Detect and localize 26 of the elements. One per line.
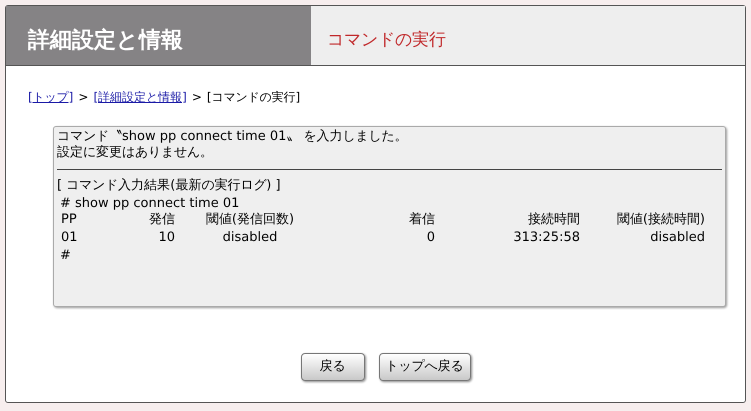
column-header: 接続時間: [528, 212, 580, 227]
breadcrumb-separator: >: [192, 89, 202, 106]
table-cell: disabled: [650, 230, 705, 245]
message-text: 設定に変更はありません。: [57, 145, 213, 161]
result-heading: [ コマンド入力結果(最新の実行ログ) ]: [57, 178, 281, 194]
column-header: 着信: [409, 212, 435, 227]
breadcrumb-separator: >: [78, 89, 88, 106]
column-header: 閾値(発信回数): [206, 212, 294, 227]
command-line: # show pp connect time 01: [59, 196, 240, 212]
column-header: 閾値(接続時間): [616, 212, 705, 227]
column-header: 発信: [149, 212, 175, 227]
table-cell: disabled: [222, 230, 278, 245]
breadcrumb-current: [コマンドの実行]: [206, 89, 300, 106]
table-cell: 313:25:58: [513, 230, 580, 245]
table-cell: 10: [158, 230, 175, 245]
page-subtitle: コマンドの実行: [311, 6, 745, 65]
breadcrumb-link[interactable]: [詳細設定と情報]: [93, 88, 187, 106]
column-header: PP: [61, 212, 77, 227]
table-cell: 01: [61, 230, 78, 245]
message-text: コマンド〝show pp connect time 01〟 を入力しました。: [57, 129, 408, 145]
page-title: 詳細設定と情報: [6, 6, 311, 65]
breadcrumb-link[interactable]: [トップ]: [28, 88, 74, 106]
prompt-text: #: [59, 248, 71, 264]
nav-button[interactable]: 戻る: [300, 353, 364, 381]
nav-button[interactable]: トップへ戻る: [378, 353, 470, 381]
table-cell: 0: [426, 230, 435, 245]
